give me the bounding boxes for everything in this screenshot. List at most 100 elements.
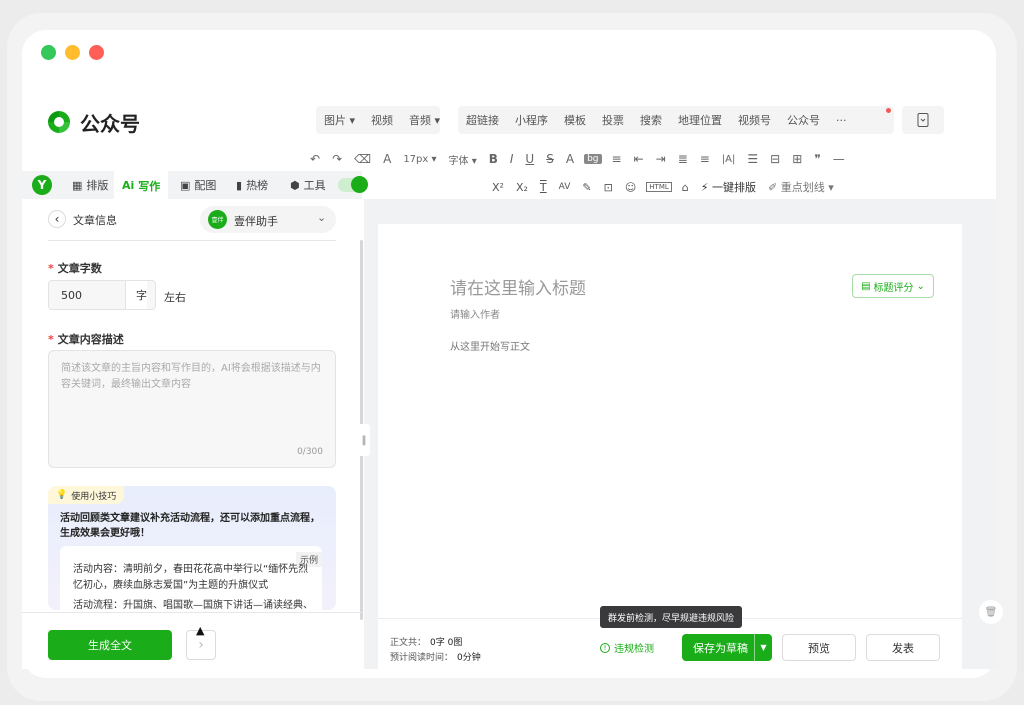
tab-layout-label: 排版 [86, 179, 109, 192]
layout-icon: ▦ [72, 178, 83, 192]
word-count-input[interactable]: 500 字 [48, 280, 156, 310]
panel-resize-handle[interactable]: ‖ [358, 424, 370, 456]
tab-tools[interactable]: ⬢ 工具 [282, 171, 334, 199]
insert-account-card-button[interactable]: 公众号 [779, 112, 828, 128]
publish-button[interactable]: 发表 [866, 634, 940, 661]
description-label: * 文章内容描述 [48, 331, 124, 347]
preview-button[interactable]: 预览 [782, 634, 856, 661]
description-placeholder: 简述该文章的主旨内容和写作目的，AI将会根据该描述与内容关键词，最终输出文章内容 [61, 363, 321, 390]
body-input[interactable]: 从这里开始写正文 [450, 338, 530, 353]
back-button[interactable]: ‹ [48, 210, 66, 228]
ai-write-icon: Ai [122, 179, 135, 192]
divider-icon[interactable]: ⊟ [764, 152, 786, 166]
insert-video-button[interactable]: 视频 [363, 112, 401, 128]
underline-icon[interactable]: U [519, 152, 540, 166]
indent-right-icon[interactable]: ⇥ [650, 152, 672, 166]
example-card: 示例 活动内容：清明前夕，春田花花高中举行以“缅怀先烈 忆初心，赓续血脉志爱国”… [60, 546, 322, 610]
word-count-value: 500 [61, 288, 82, 302]
violation-check-label: 违规检测 [614, 644, 654, 655]
score-icon: ▤ [861, 280, 871, 292]
html-icon[interactable]: HTML [646, 182, 672, 192]
info-icon: ! [600, 642, 610, 653]
font-family-value: 字体 [448, 155, 469, 167]
assistant-avatar: 壹伴 [208, 210, 227, 229]
insert-image-menu[interactable]: 图片 ▾ [316, 112, 363, 128]
one-click-layout-button[interactable]: ⚡ 一键排版 [695, 179, 762, 195]
example-line: 活动内容：清明前夕，春田花花高中举行以“缅怀先烈 忆初心，赓续血脉志爱国”为主题… [73, 564, 309, 591]
lightbulb-icon: 💡 [56, 490, 68, 500]
quote-icon[interactable]: ❞ [808, 152, 826, 166]
insert-audio-menu[interactable]: 音频 ▾ [401, 112, 448, 128]
assistant-select[interactable]: 壹伴 壹伴助手 ⌄ [200, 206, 336, 233]
read-time: 预计阅读时间： 0分钟 [390, 650, 481, 663]
content-insert-group: 超链接 小程序 模板 投票 搜索 地理位置 视频号 公众号 ··· [458, 106, 894, 134]
text-case-icon[interactable]: T [534, 181, 553, 194]
toolbox-icon[interactable]: ⌂ [676, 181, 695, 194]
brand-title: 公众号 [80, 112, 140, 136]
insert-template-button[interactable]: 模板 [556, 112, 594, 128]
indent-left-icon[interactable]: ⇤ [628, 152, 650, 166]
background-color-icon[interactable]: bg [584, 154, 602, 164]
key-underline-menu[interactable]: ✐ 重点划线 ▾ [762, 179, 840, 195]
insert-location-button[interactable]: 地理位置 [670, 112, 730, 128]
bold-icon[interactable]: B [483, 152, 504, 166]
chevron-down-icon: ⌄ [916, 280, 925, 292]
insert-vote-button[interactable]: 投票 [594, 112, 632, 128]
align-icon[interactable]: ≡ [606, 152, 628, 166]
title-score-button[interactable]: ▤ 标题评分 ⌄ [852, 274, 934, 298]
save-options-dropdown[interactable]: ▼ [754, 634, 772, 661]
window-zoom-control[interactable] [65, 45, 80, 60]
horizontal-rule-icon[interactable]: — [827, 152, 851, 166]
tab-writing[interactable]: Ai 写作 [114, 171, 169, 200]
read-time-value: 0分钟 [457, 653, 481, 663]
emoji-icon[interactable]: ☺ [619, 181, 642, 194]
image-tools-icon[interactable]: ⊡ [598, 181, 619, 194]
tab-layout[interactable]: ▦ 排版 [64, 171, 116, 199]
violation-check-button[interactable]: ! 违规检测 [600, 640, 654, 655]
sidebar-footer-divider [22, 612, 362, 613]
toggle-knob [351, 176, 368, 193]
window-minimize-control[interactable] [41, 45, 56, 60]
plugin-logo-icon: Y [32, 175, 52, 195]
mobile-preview-button[interactable] [902, 106, 944, 134]
subscript-icon[interactable]: X₂ [510, 181, 534, 194]
redo-icon[interactable]: ↷ [326, 152, 348, 166]
more-insert-button[interactable]: ··· [828, 114, 855, 127]
insert-search-button[interactable]: 搜索 [632, 112, 670, 128]
magic-format-icon[interactable]: ✎ [576, 181, 597, 194]
clear-format-icon[interactable]: ⌫ [348, 152, 377, 166]
description-textarea[interactable]: 简述该文章的主旨内容和写作目的，AI将会根据该描述与内容关键词，最终输出文章内容… [48, 350, 336, 468]
line-height-icon[interactable]: ≣ [672, 152, 694, 166]
tab-images[interactable]: ▣ 配图 [172, 171, 224, 199]
tip-headline: 活动回顾类文章建议补充活动流程，还可以添加重点流程，生成效果会更好哦！ [60, 513, 320, 539]
undo-icon[interactable]: ↶ [304, 152, 326, 166]
insert-miniprogram-button[interactable]: 小程序 [507, 112, 556, 128]
font-family-select[interactable]: 字体 ▾ [443, 152, 483, 167]
author-input[interactable]: 请输入作者 [450, 306, 500, 321]
letter-spacing-icon[interactable]: |A| [716, 154, 742, 165]
tools-icon: ⬢ [290, 178, 300, 192]
stats-label: 正文共： [390, 638, 427, 648]
generate-full-text-button[interactable]: 生成全文 [48, 630, 172, 660]
paragraph-spacing-icon[interactable]: ≡ [694, 152, 716, 166]
window-close-control[interactable] [89, 45, 104, 60]
title-input[interactable]: 请在这里输入标题 [450, 274, 586, 299]
font-size-select[interactable]: 17px ▾ [397, 154, 442, 165]
list-icon[interactable]: ☰ [741, 152, 764, 166]
tab-hot-list[interactable]: ▮ 热榜 [228, 171, 276, 199]
sidebar-toggle-switch[interactable] [338, 176, 368, 193]
char-spacing-icon[interactable]: AV [553, 182, 577, 192]
italic-icon[interactable]: I [504, 152, 520, 166]
tip-card: 💡 使用小技巧 活动回顾类文章建议补充活动流程，还可以添加重点流程，生成效果会更好… [48, 486, 336, 610]
font-color-icon[interactable]: A [560, 152, 580, 166]
tooltip: 群发前检测，尽早规避违规风险 [600, 606, 743, 628]
insert-channels-button[interactable]: 视频号 [730, 112, 779, 128]
superscript-icon[interactable]: X² [486, 181, 510, 194]
strikethrough-icon[interactable]: S [540, 152, 560, 166]
floating-delete-button[interactable]: 🗑 [979, 600, 1003, 624]
insert-link-button[interactable]: 超链接 [458, 112, 507, 128]
table-icon[interactable]: ⊞ [786, 152, 808, 166]
save-draft-button[interactable]: 保存为草稿 ▼ [682, 634, 772, 661]
tab-writing-label: 写作 [138, 179, 161, 193]
format-painter-icon[interactable]: A [377, 152, 397, 166]
